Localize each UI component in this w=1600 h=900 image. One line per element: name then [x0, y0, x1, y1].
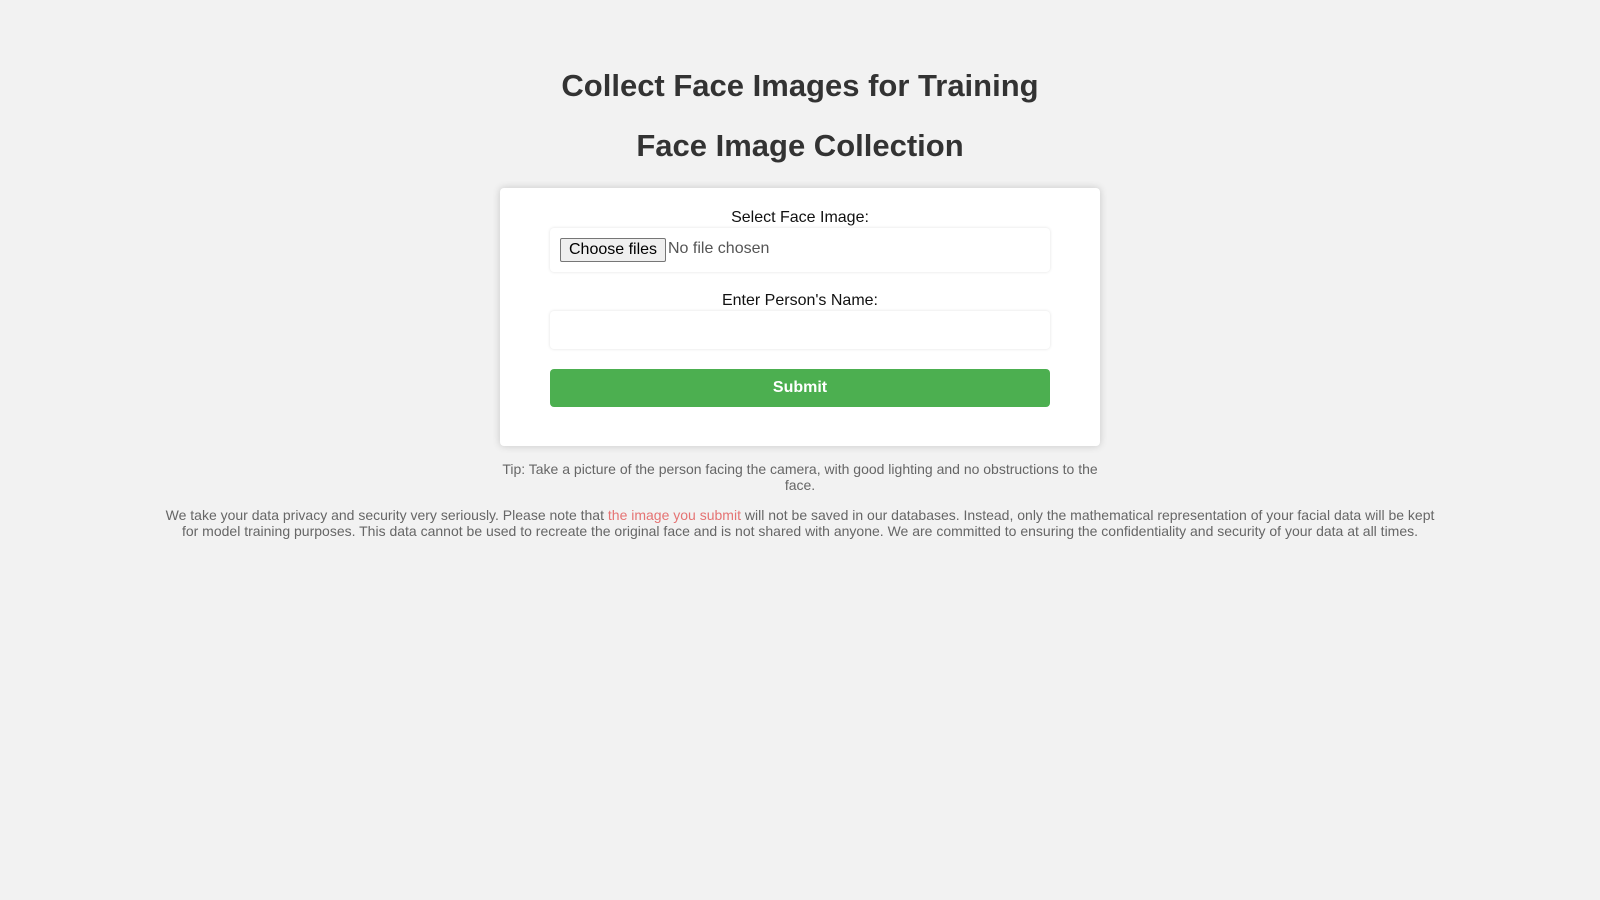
- upload-form-card: Select Face Image: Choose files No file …: [500, 188, 1100, 446]
- page-title: Collect Face Images for Training: [561, 68, 1039, 103]
- name-field-label: Enter Person's Name:: [721, 292, 878, 309]
- tip-text: Tip: Take a picture of the person facing…: [502, 461, 1098, 493]
- file-input[interactable]: Choose files No file chosen: [550, 228, 1050, 272]
- file-status-text: No file chosen: [668, 240, 770, 257]
- section-title: Face Image Collection: [636, 128, 964, 163]
- submit-button[interactable]: Submit: [550, 369, 1050, 407]
- person-name-input[interactable]: [550, 311, 1050, 349]
- privacy-text-start: We take your data privacy and security v…: [165, 507, 608, 523]
- page: Collect Face Images for Training Face Im…: [0, 0, 1600, 900]
- choose-files-button[interactable]: Choose files: [560, 238, 667, 262]
- privacy-highlight-text: the image you submit: [607, 507, 741, 523]
- file-field-label: Select Face Image:: [731, 209, 869, 226]
- privacy-notice: We take your data privacy and security v…: [160, 507, 1440, 539]
